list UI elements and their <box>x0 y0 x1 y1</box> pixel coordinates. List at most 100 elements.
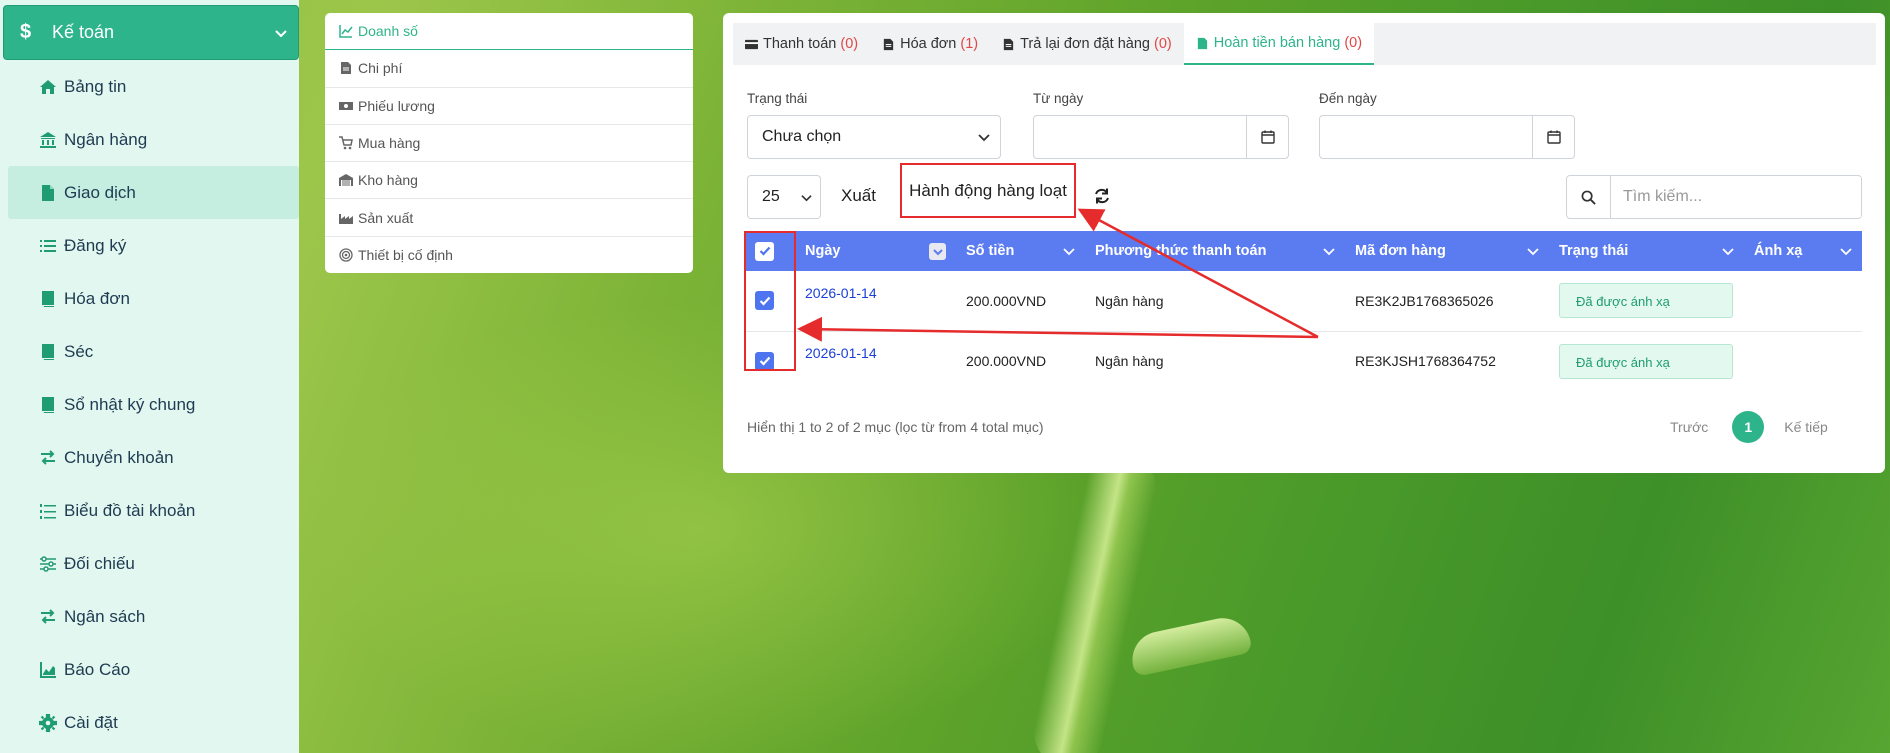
tab-label: Hoàn tiền bán hàng <box>1213 35 1341 51</box>
refresh-icon[interactable] <box>1093 187 1111 205</box>
from-date-label: Từ ngày <box>1033 91 1084 106</box>
menu-item-inventory[interactable]: Kho hàng <box>325 162 693 200</box>
status-cell: Đã được ánh xạ <box>1549 331 1744 391</box>
refunds-table: Ngày Số tiền Phương thức thanh toán Mã đ… <box>745 231 1862 391</box>
order-code-cell: RE3KJSH1768364752 <box>1355 353 1496 370</box>
menu-item-label: Kho hàng <box>358 172 418 189</box>
sidebar-item-dashboard[interactable]: Bảng tin <box>8 60 299 113</box>
sidebar-item-checks[interactable]: Séc <box>8 325 299 378</box>
home-icon <box>36 77 60 97</box>
tab-label: Trả lại đơn đặt hàng <box>1020 36 1150 52</box>
sort-icon[interactable] <box>929 243 946 260</box>
tab-count: (0) <box>1154 36 1172 52</box>
mapping-cell <box>1744 331 1862 391</box>
chevron-down-icon <box>978 134 990 142</box>
menu-item-sales[interactable]: Doanh số <box>325 13 693 51</box>
table-info-text: Hiển thị 1 to 2 of 2 mục (lọc từ from 4 … <box>747 419 1044 435</box>
sidebar-item-chart-of-accounts[interactable]: Biểu đồ tài khoản <box>8 484 299 537</box>
sidebar-item-label: Biểu đồ tài khoản <box>64 500 196 520</box>
sidebar-item-reports[interactable]: Báo Cáo <box>8 643 299 696</box>
menu-item-fixed-assets[interactable]: Thiết bị cố định <box>325 237 693 273</box>
from-date-input[interactable] <box>1033 115 1289 159</box>
menu-item-expenses[interactable]: Chi phí <box>325 50 693 88</box>
credit-card-icon <box>745 37 759 51</box>
sidebar-item-invoices[interactable]: Hóa đơn <box>8 272 299 325</box>
sidebar-item-settings[interactable]: Cài đặt <box>8 696 299 749</box>
menu-item-label: Thiết bị cố định <box>358 247 453 264</box>
pagination-previous[interactable]: Trước <box>1670 419 1708 435</box>
tab-order-returns[interactable]: Trả lại đơn đặt hàng (0) <box>990 23 1184 65</box>
tab-invoices[interactable]: Hóa đơn (1) <box>870 23 990 65</box>
chevron-down-icon <box>1840 248 1852 256</box>
page-size-value: 25 <box>762 188 780 205</box>
column-header-status[interactable]: Trạng thái <box>1549 231 1744 271</box>
column-header-date[interactable]: Ngày <box>795 231 956 271</box>
column-header-payment-method[interactable]: Phương thức thanh toán <box>1085 231 1345 271</box>
table-row[interactable]: 2026-01-14 200.000VND Ngân hàng RE3KJSH1… <box>745 331 1862 391</box>
calendar-icon[interactable] <box>1532 116 1574 158</box>
status-select-value: Chưa chọn <box>762 128 842 145</box>
cart-icon <box>339 136 355 150</box>
chevron-down-icon <box>275 29 287 37</box>
sidebar-item-label: Đăng ký <box>64 235 127 255</box>
pagination-page-1[interactable]: 1 <box>1732 411 1765 443</box>
background-plant-leaf <box>1127 612 1253 678</box>
submenu-panel: Doanh số Chi phí Phiếu lương Mua hàng Kh… <box>325 13 693 273</box>
bulk-actions-button[interactable]: Hành động hàng loạt <box>900 163 1076 218</box>
tab-payments[interactable]: Thanh toán (0) <box>733 23 870 65</box>
tab-count: (0) <box>840 36 859 52</box>
sidebar-item-transfer[interactable]: Chuyển khoản <box>8 431 299 484</box>
sidebar-item-label: Đối chiếu <box>64 553 135 573</box>
tab-count: (1) <box>960 36 979 52</box>
export-button[interactable]: Xuất <box>841 186 876 206</box>
menu-item-label: Sản xuất <box>358 209 414 226</box>
column-header-mapping[interactable]: Ánh xạ <box>1744 231 1862 271</box>
amount-cell: 200.000VND <box>956 271 1085 332</box>
sidebar-item-reconciliation[interactable]: Đối chiếu <box>8 537 299 590</box>
tab-label: Hóa đơn <box>900 36 957 52</box>
chart-icon <box>36 660 60 680</box>
calendar-icon[interactable] <box>1246 116 1288 158</box>
column-header-amount[interactable]: Số tiền <box>956 231 1085 271</box>
list-icon <box>36 236 60 256</box>
exchange-icon <box>36 607 60 627</box>
search-icon <box>1567 176 1611 218</box>
method-cell: Ngân hàng <box>1095 353 1164 370</box>
sidebar-header-accounting[interactable]: $ Kế toán <box>3 5 299 60</box>
pagination-next[interactable]: Kế tiếp <box>1784 419 1828 435</box>
search-input[interactable] <box>1611 177 1861 217</box>
tab-bar: Thanh toán (0) Hóa đơn (1) Trả lại đơn đ… <box>733 23 1876 65</box>
menu-item-label: Mua hàng <box>358 135 421 152</box>
page-size-select[interactable]: 25 <box>747 175 821 219</box>
menu-item-payroll[interactable]: Phiếu lương <box>325 88 693 125</box>
menu-item-production[interactable]: Sản xuất <box>325 199 693 237</box>
sidebar-item-label: Ngân sách <box>64 606 146 626</box>
date-link[interactable]: 2026-01-14 <box>805 285 877 301</box>
table-row[interactable]: 2026-01-14 200.000VND Ngân hàng RE3K2JB1… <box>745 271 1862 332</box>
sidebar-item-journal[interactable]: Sổ nhật ký chung <box>8 378 299 431</box>
chevron-down-icon <box>1063 248 1075 256</box>
method-cell: Ngân hàng <box>1085 271 1345 332</box>
date-link[interactable]: 2026-01-14 <box>805 345 877 361</box>
amount-cell: 200.000VND <box>966 353 1047 370</box>
status-badge: Đã được ánh xạ <box>1559 283 1733 319</box>
sidebar-item-registration[interactable]: Đăng ký <box>8 219 299 272</box>
menu-item-purchases[interactable]: Mua hàng <box>325 125 693 163</box>
date-cell: 2026-01-14 <box>795 331 956 391</box>
column-header-order-code[interactable]: Mã đơn hàng <box>1345 231 1549 271</box>
sidebar-item-label: Bảng tin <box>64 76 127 96</box>
sidebar-item-transactions[interactable]: Giao dịch <box>8 166 299 219</box>
tab-count: (0) <box>1344 35 1363 51</box>
book-icon <box>36 342 60 362</box>
sidebar-item-budget[interactable]: Ngân sách <box>8 590 299 643</box>
to-date-input[interactable] <box>1319 115 1575 159</box>
tab-sales-refunds[interactable]: Hoàn tiền bán hàng (0) <box>1183 23 1375 65</box>
sidebar-item-label: Giao dịch <box>64 182 136 202</box>
line-chart-icon <box>339 24 355 38</box>
sidebar-items: Bảng tin Ngân hàng Giao dịch Đăng ký Hóa… <box>8 60 299 749</box>
menu-item-label: Phiếu lương <box>358 97 435 114</box>
sidebar-item-bank[interactable]: Ngân hàng <box>8 113 299 166</box>
status-select[interactable]: Chưa chọn <box>747 115 1001 159</box>
to-date-label: Đến ngày <box>1319 91 1377 106</box>
status-cell: Đã được ánh xạ <box>1549 271 1744 332</box>
